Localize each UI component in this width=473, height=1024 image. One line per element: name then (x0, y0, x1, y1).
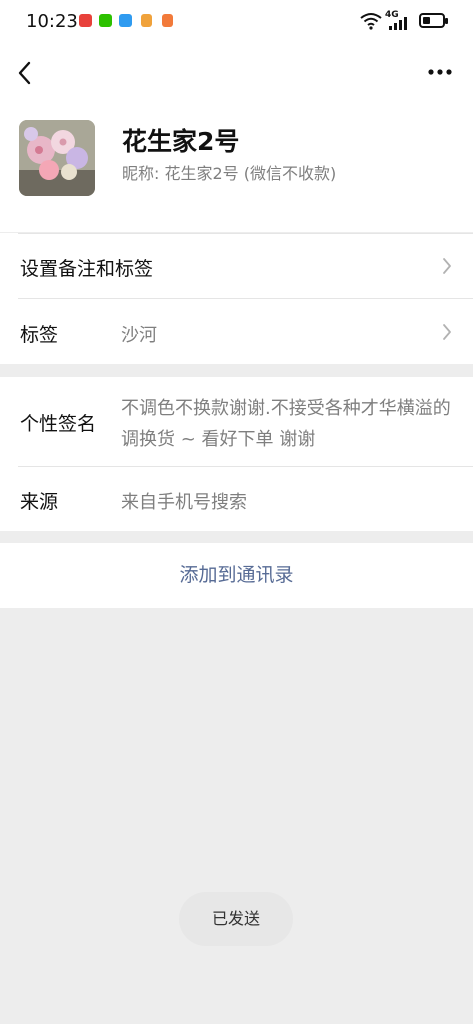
status-time: 10:23 (26, 11, 78, 32)
more-options-button[interactable] (425, 60, 455, 84)
signature-label: 个性签名 (20, 413, 97, 435)
add-to-contacts-button[interactable]: 添加到通讯录 (0, 543, 473, 608)
divider (18, 298, 473, 299)
battery-icon (419, 13, 448, 28)
avatar-image (19, 120, 95, 196)
remark-label: 设置备注和标签 (20, 258, 154, 280)
message-icon (119, 14, 132, 27)
sent-toast: 已发送 (179, 892, 293, 946)
avatar[interactable] (19, 120, 95, 196)
profile-header: 花生家2号 昵称: 花生家2号 (微信不收款) (0, 102, 473, 232)
signature-value: 不调色不换款谢谢.不接受各种才华横溢的调换货 ~ 看好下单 谢谢 (121, 398, 451, 450)
contact-nickname: 昵称: 花生家2号 (微信不收款) (122, 164, 337, 183)
tag-label: 标签 (20, 324, 59, 346)
contact-name: 花生家2号 (122, 127, 240, 156)
wifi-icon (360, 13, 382, 30)
app-notification-red-icon (79, 14, 92, 27)
tag-row[interactable]: 标签 沙河 (0, 298, 473, 364)
source-label: 来源 (20, 491, 59, 513)
gift-icon (141, 14, 152, 27)
wechat-icon (99, 14, 112, 27)
status-bar: 10:23 4G (0, 0, 473, 44)
nav-bar (0, 44, 473, 102)
tag-value: 沙河 (121, 325, 157, 346)
chevron-right-icon (443, 324, 451, 340)
shopping-icon (162, 14, 173, 27)
divider (18, 233, 473, 234)
chevron-right-icon (443, 258, 451, 274)
back-button[interactable] (14, 58, 36, 88)
signal-icon (389, 17, 407, 30)
divider (18, 466, 473, 467)
source-value: 来自手机号搜索 (121, 492, 247, 513)
signature-row: 个性签名 不调色不换款谢谢.不接受各种才华横溢的调换货 ~ 看好下单 谢谢 (0, 377, 473, 466)
source-row: 来源 来自手机号搜索 (0, 466, 473, 531)
remark-and-tags-row[interactable]: 设置备注和标签 (0, 233, 473, 298)
